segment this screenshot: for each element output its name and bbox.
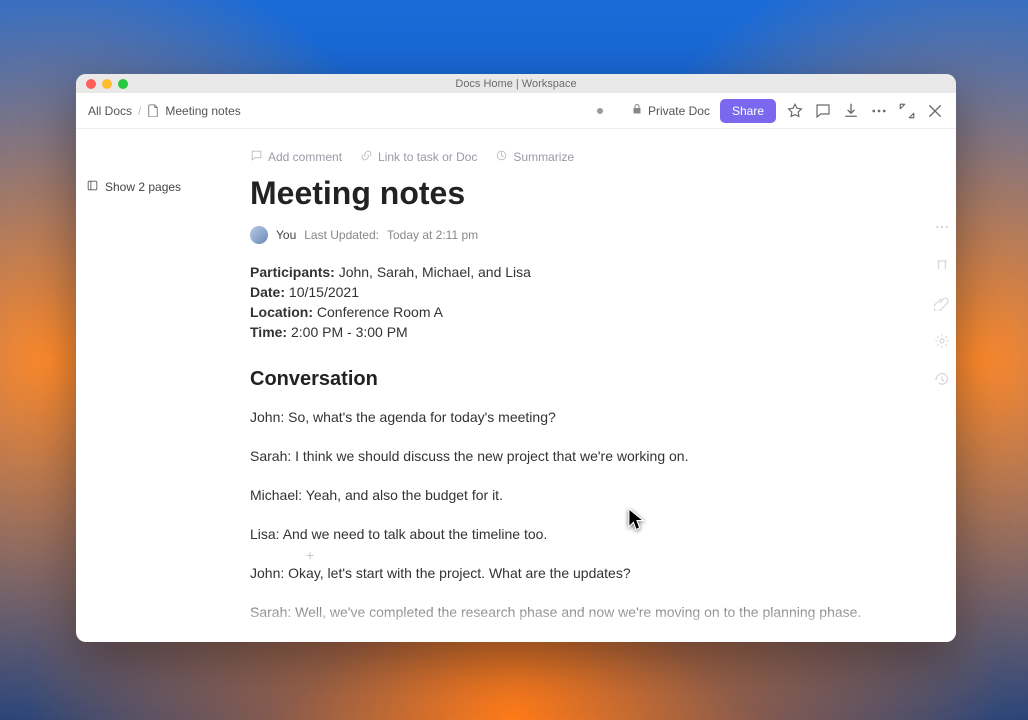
comment-icon [250,149,263,165]
time-label: Time: [250,324,287,340]
add-comment-label: Add comment [268,150,342,164]
close-icon[interactable] [926,102,944,120]
document-body: Show 2 pages Add comment [76,129,956,642]
star-icon[interactable] [786,102,804,120]
minimize-window-button[interactable] [102,79,112,89]
location-value: Conference Room A [317,304,443,320]
app-window: Docs Home | Workspace All Docs / Meeting… [76,74,956,642]
comment-bubble-icon[interactable] [814,102,832,120]
participants-label: Participants: [250,264,335,280]
privacy-indicator[interactable]: Private Doc [631,103,710,118]
desktop-background: Docs Home | Workspace All Docs / Meeting… [0,0,1028,720]
toolbar: All Docs / Meeting notes Private Doc Sha… [76,93,956,129]
show-pages-label: Show 2 pages [105,180,181,194]
updated-value: Today at 2:11 pm [387,228,478,242]
rail-more-icon[interactable] [934,219,950,235]
titlebar: Docs Home | Workspace [76,74,956,93]
toolbar-right: Private Doc Share [631,99,944,123]
field-location[interactable]: Location: Conference Room A [250,304,916,320]
content-area: Add comment Link to task or Doc [240,129,956,642]
field-date[interactable]: Date: 10/15/2021 [250,284,916,300]
maximize-window-button[interactable] [118,79,128,89]
breadcrumb-current[interactable]: Meeting notes [165,104,240,118]
conversation-line[interactable]: Sarah: Well, we've completed the researc… [250,602,916,623]
rail-clip-icon[interactable] [934,295,950,311]
conversation-line[interactable]: Michael: Yeah, and also the budget for i… [250,485,916,506]
document-scroll[interactable]: Add comment Link to task or Doc [240,129,956,642]
sync-status-icon [597,108,603,114]
time-value: 2:00 PM - 3:00 PM [291,324,408,340]
close-window-button[interactable] [86,79,96,89]
rail-settings-icon[interactable] [934,333,950,349]
share-button[interactable]: Share [720,99,776,123]
add-comment-action[interactable]: Add comment [250,149,342,165]
page-title[interactable]: Meeting notes [250,175,916,212]
collapse-icon[interactable] [898,102,916,120]
summarize-icon [495,149,508,165]
window-controls [86,79,128,89]
breadcrumb-separator: / [138,104,141,118]
link-icon [360,149,373,165]
breadcrumb-root[interactable]: All Docs [88,104,132,118]
date-value: 10/15/2021 [289,284,359,300]
window-title: Docs Home | Workspace [76,78,956,90]
conversation-line[interactable]: Sarah: I think we should discuss the new… [250,446,916,467]
avatar [250,226,268,244]
field-participants[interactable]: Participants: John, Sarah, Michael, and … [250,264,916,280]
conversation-line[interactable]: Lisa: And we need to talk about the time… [250,524,916,545]
left-rail: Show 2 pages [76,129,240,642]
link-task-label: Link to task or Doc [378,150,477,164]
conversation-line[interactable]: John: Okay, let's start with the project… [250,563,916,584]
conversation-line[interactable]: John: So, what's the agenda for today's … [250,407,916,428]
rail-history-icon[interactable] [934,371,950,387]
summarize-label: Summarize [513,150,574,164]
show-pages-toggle[interactable]: Show 2 pages [86,179,230,195]
location-label: Location: [250,304,313,320]
add-block-icon[interactable]: + [306,547,314,563]
privacy-label: Private Doc [648,104,710,118]
doc-meta: You Last Updated: Today at 2:11 pm [250,226,916,244]
field-time[interactable]: Time: 2:00 PM - 3:00 PM [250,324,916,340]
conversation-line[interactable]: Michael: But we still need to finalize t… [250,641,916,642]
updated-label: Last Updated: [304,228,379,242]
right-rail [934,219,950,387]
download-icon[interactable] [842,102,860,120]
section-heading-conversation[interactable]: Conversation [250,368,916,391]
lock-icon [631,103,643,118]
pages-icon [86,179,99,195]
breadcrumb: All Docs / Meeting notes [88,104,241,118]
participants-value: John, Sarah, Michael, and Lisa [339,264,531,280]
document-icon [147,104,159,118]
link-task-action[interactable]: Link to task or Doc [360,149,477,165]
doc-actions-row: Add comment Link to task or Doc [250,149,916,165]
more-options-icon[interactable] [870,102,888,120]
author-name: You [276,228,296,242]
rail-text-icon[interactable] [934,257,950,273]
summarize-action[interactable]: Summarize [495,149,574,165]
date-label: Date: [250,284,285,300]
